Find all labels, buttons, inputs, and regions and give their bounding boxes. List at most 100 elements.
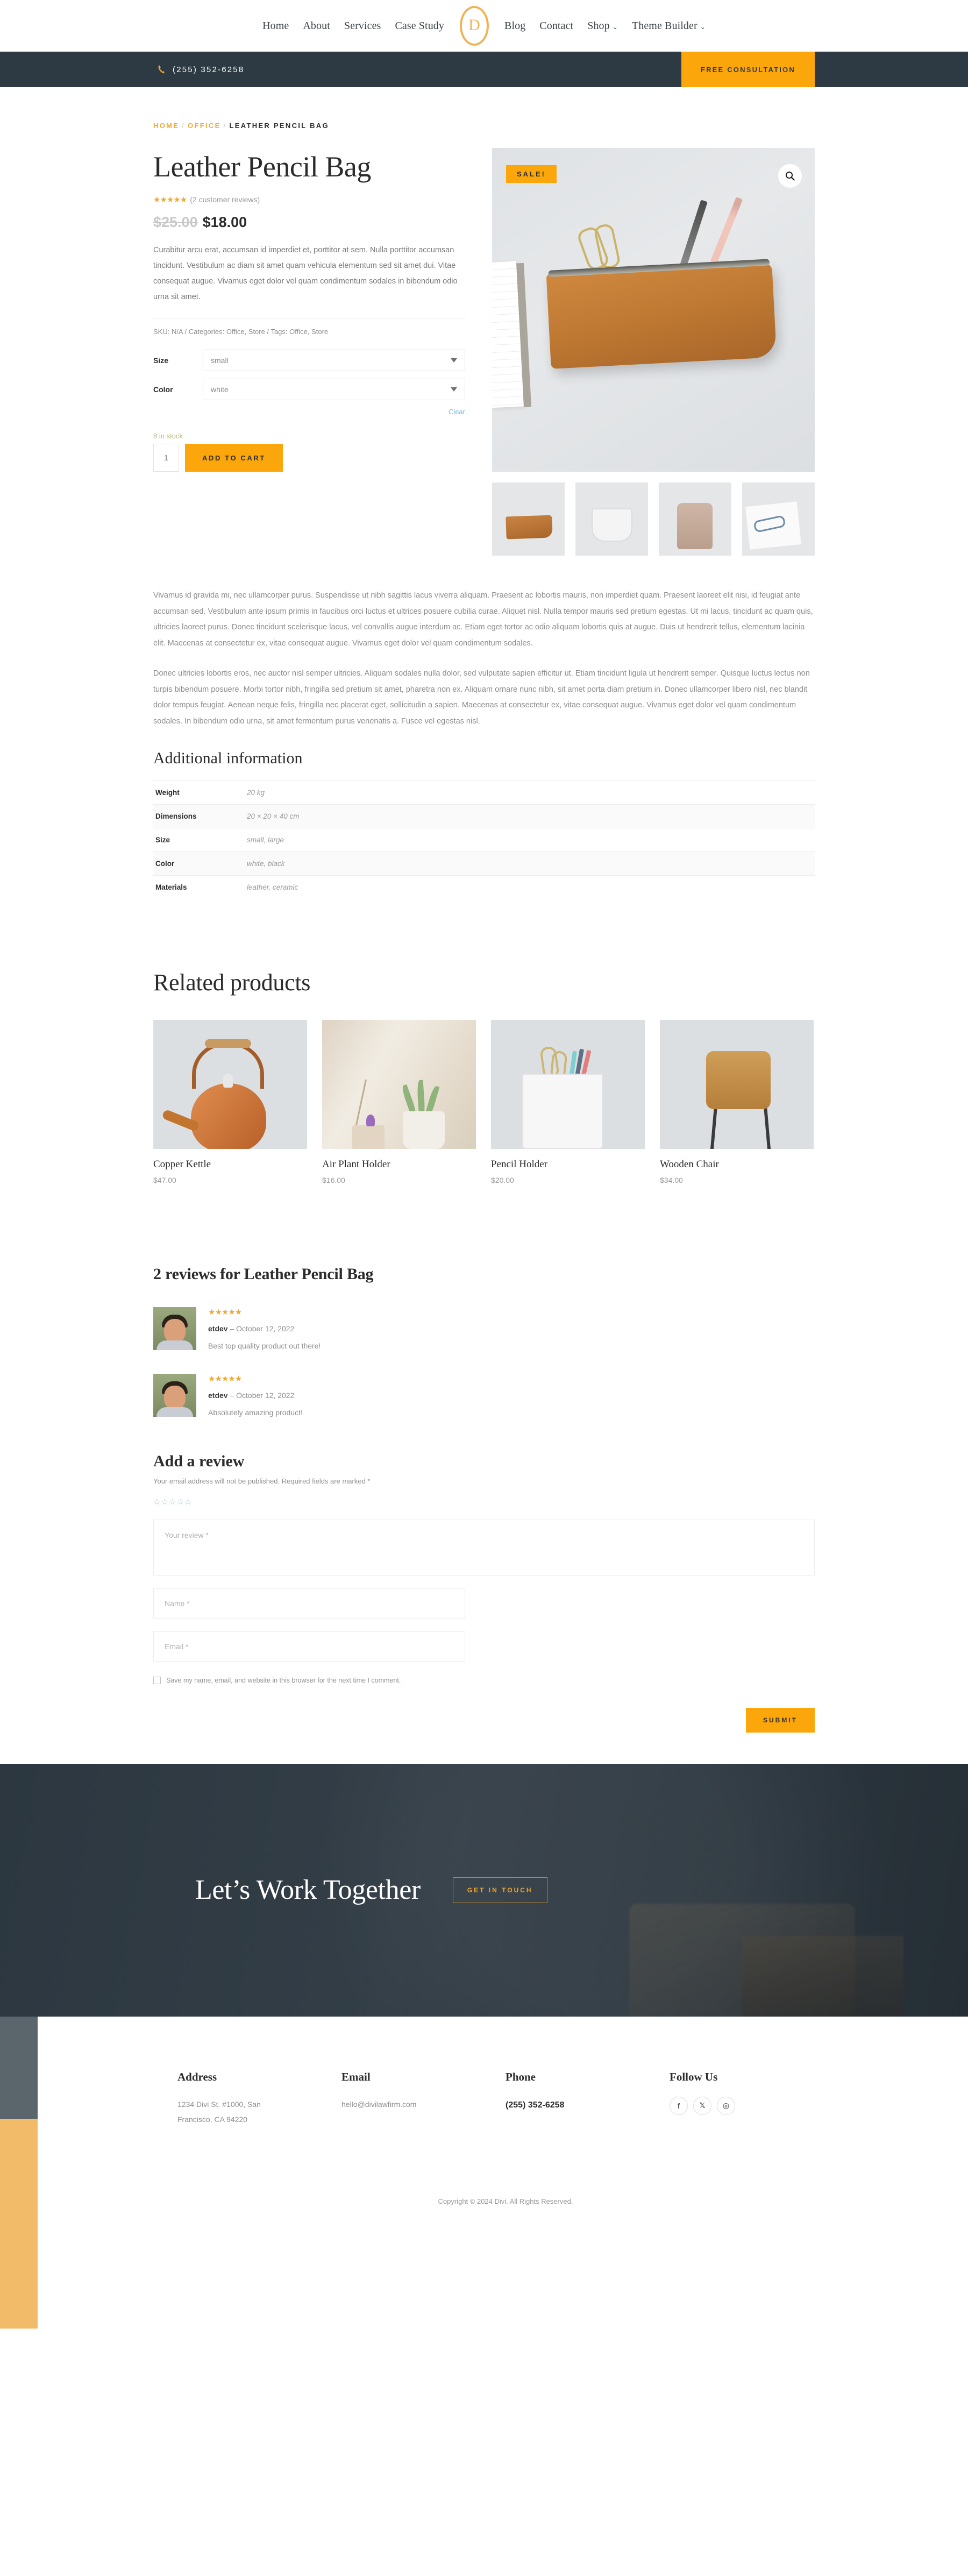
footer-column-address: Address 1234 Divi St. #1000, San Francis… [177,2070,341,2127]
breadcrumb-separator: / [223,122,227,130]
table-row-label: Materials [155,883,187,891]
thumbnail-strip [492,482,815,556]
footer-email-value[interactable]: hello@divilawfirm.com [341,2097,506,2112]
free-consultation-button[interactable]: FREE CONSULTATION [681,52,815,87]
breadcrumb: HOME / OFFICE / LEATHER PENCIL BAG [153,87,815,130]
table-row: Color white, black [153,851,815,876]
email-field[interactable]: Email * [153,1631,465,1662]
star-rating: ★★★★★ [153,195,187,205]
product-main-image[interactable]: SALE! [492,148,815,472]
related-product-image [660,1019,814,1149]
quantity-input[interactable]: 1 [153,444,179,472]
avatar [153,1373,196,1417]
twitter-x-icon[interactable]: 𝕏 [693,2096,711,2115]
footer-phone-value[interactable]: (255) 352-6258 [506,2097,670,2114]
footer-strip-gray [0,2016,38,2119]
kettle-grip-art [205,1039,251,1048]
page-title: Leather Pencil Bag [153,151,371,183]
instagram-icon[interactable]: ◎ [717,2096,735,2115]
related-product-card[interactable]: Copper Kettle $47.00 [153,1019,307,1184]
main-content: HOME / OFFICE / LEATHER PENCIL BAG Leather P… [153,87,815,1764]
variation-row-color: Color white [153,379,465,401]
nav-item-shop[interactable]: Shop ⌄ [580,20,625,32]
review-count-link[interactable]: (2 customer reviews) [190,195,260,204]
clear-variations-link[interactable]: Clear [153,408,465,416]
thumbnail-1[interactable] [492,482,565,556]
table-row-value: white, black [247,859,285,868]
breadcrumb-home[interactable]: HOME [153,122,179,130]
footer-accent-strip [0,2016,38,2329]
star-rating: ★★★★★ [208,1374,242,1383]
table-row: Weight 20 kg [153,780,815,804]
table-row-value: leather, ceramic [247,883,298,891]
description-paragraph-2: Donec ultricies lobortis eros, nec aucto… [153,669,810,726]
footer-heading-address: Address [177,2070,217,2083]
footer-heading-phone: Phone [506,2070,536,2083]
contact-bar: (255) 352-6258 FREE CONSULTATION [0,52,968,87]
footer-address-line-1: 1234 Divi St. #1000, San [177,2099,261,2109]
chair-leg-art [709,1106,717,1149]
add-to-cart-button[interactable]: ADD TO CART [185,444,283,472]
size-select[interactable]: small [203,350,465,372]
rating-input[interactable]: ☆☆☆☆☆ [153,1497,815,1507]
footer-columns: Address 1234 Divi St. #1000, San Francis… [177,2070,834,2127]
nav-item-services[interactable]: Services [337,20,388,32]
submit-button[interactable]: SUBMIT [746,1707,815,1733]
avatar-body [156,1340,193,1350]
nav-item-home[interactable]: Home [255,20,296,32]
breadcrumb-category[interactable]: OFFICE [188,122,220,130]
save-info-checkbox[interactable] [153,1676,161,1684]
add-review-heading: Add a review [153,1452,245,1470]
table-row-value: 20 kg [247,788,265,797]
related-product-card[interactable]: Wooden Chair $34.00 [660,1019,814,1184]
review-meta: etdev – October 12, 2022 [208,1324,815,1333]
breadcrumb-current: LEATHER PENCIL BAG [229,122,329,130]
sale-price: $18.00 [202,214,247,231]
nav-item-theme-builder[interactable]: Theme Builder ⌄ [625,20,713,32]
nav-item-case-study[interactable]: Case Study [388,20,451,32]
name-field[interactable]: Name * [153,1588,465,1619]
nav-item-blog[interactable]: Blog [497,20,532,32]
footer-heading-email: Email [341,2070,371,2083]
kettle-body-art [191,1083,266,1149]
phone-group[interactable]: (255) 352-6258 [158,65,244,74]
original-price: $25.00 [153,214,198,231]
breadcrumb-separator: / [182,122,186,130]
search-icon [785,171,795,181]
review-item: ★★★★★ etdev – October 12, 2022 Absolutel… [153,1373,815,1417]
chair-back-art [706,1051,771,1109]
thumb-bag-art [506,515,553,540]
table-row-label: Weight [155,788,180,797]
size-select-value: small [211,356,229,365]
thumbnail-4[interactable] [742,482,815,556]
thumbnail-2[interactable] [575,482,648,556]
review-item: ★★★★★ etdev – October 12, 2022 Best top … [153,1307,815,1350]
phone-icon [158,65,165,74]
site-logo[interactable]: D [460,6,489,46]
footer-strip-orange [0,2118,38,2329]
related-product-card[interactable]: Pencil Holder $20.00 [491,1019,645,1184]
chevron-down-icon [451,387,457,392]
get-in-touch-button[interactable]: GET IN TOUCH [452,1877,547,1903]
chevron-down-icon [451,358,457,363]
review-text: Best top quality product out there! [208,1341,321,1350]
kettle-knob-art [223,1073,233,1088]
related-product-price: $20.00 [491,1175,514,1184]
stock-status: 8 in stock [153,432,183,441]
review-body: ★★★★★ etdev – October 12, 2022 Absolutel… [208,1374,815,1417]
facebook-icon[interactable]: f [670,2096,688,2115]
rating-row[interactable]: ★★★★★ (2 customer reviews) [153,195,465,204]
related-product-price: $34.00 [660,1175,683,1184]
nav-item-about[interactable]: About [296,20,337,32]
color-select[interactable]: white [203,379,465,401]
reviews-section: 2 reviews for Leather Pencil Bag ★★★★★ e… [153,1265,815,1417]
thumbnail-3[interactable] [659,482,731,556]
related-product-card[interactable]: Air Plant Holder $16.00 [322,1019,476,1184]
nav-item-shop-label: Shop [587,19,610,32]
zoom-icon[interactable] [778,164,802,188]
review-textarea[interactable]: Your review * [153,1519,815,1576]
table-row: Materials leather, ceramic [153,875,815,899]
table-row-label: Size [155,835,170,844]
related-product-image [491,1019,645,1149]
nav-item-contact[interactable]: Contact [532,20,580,32]
